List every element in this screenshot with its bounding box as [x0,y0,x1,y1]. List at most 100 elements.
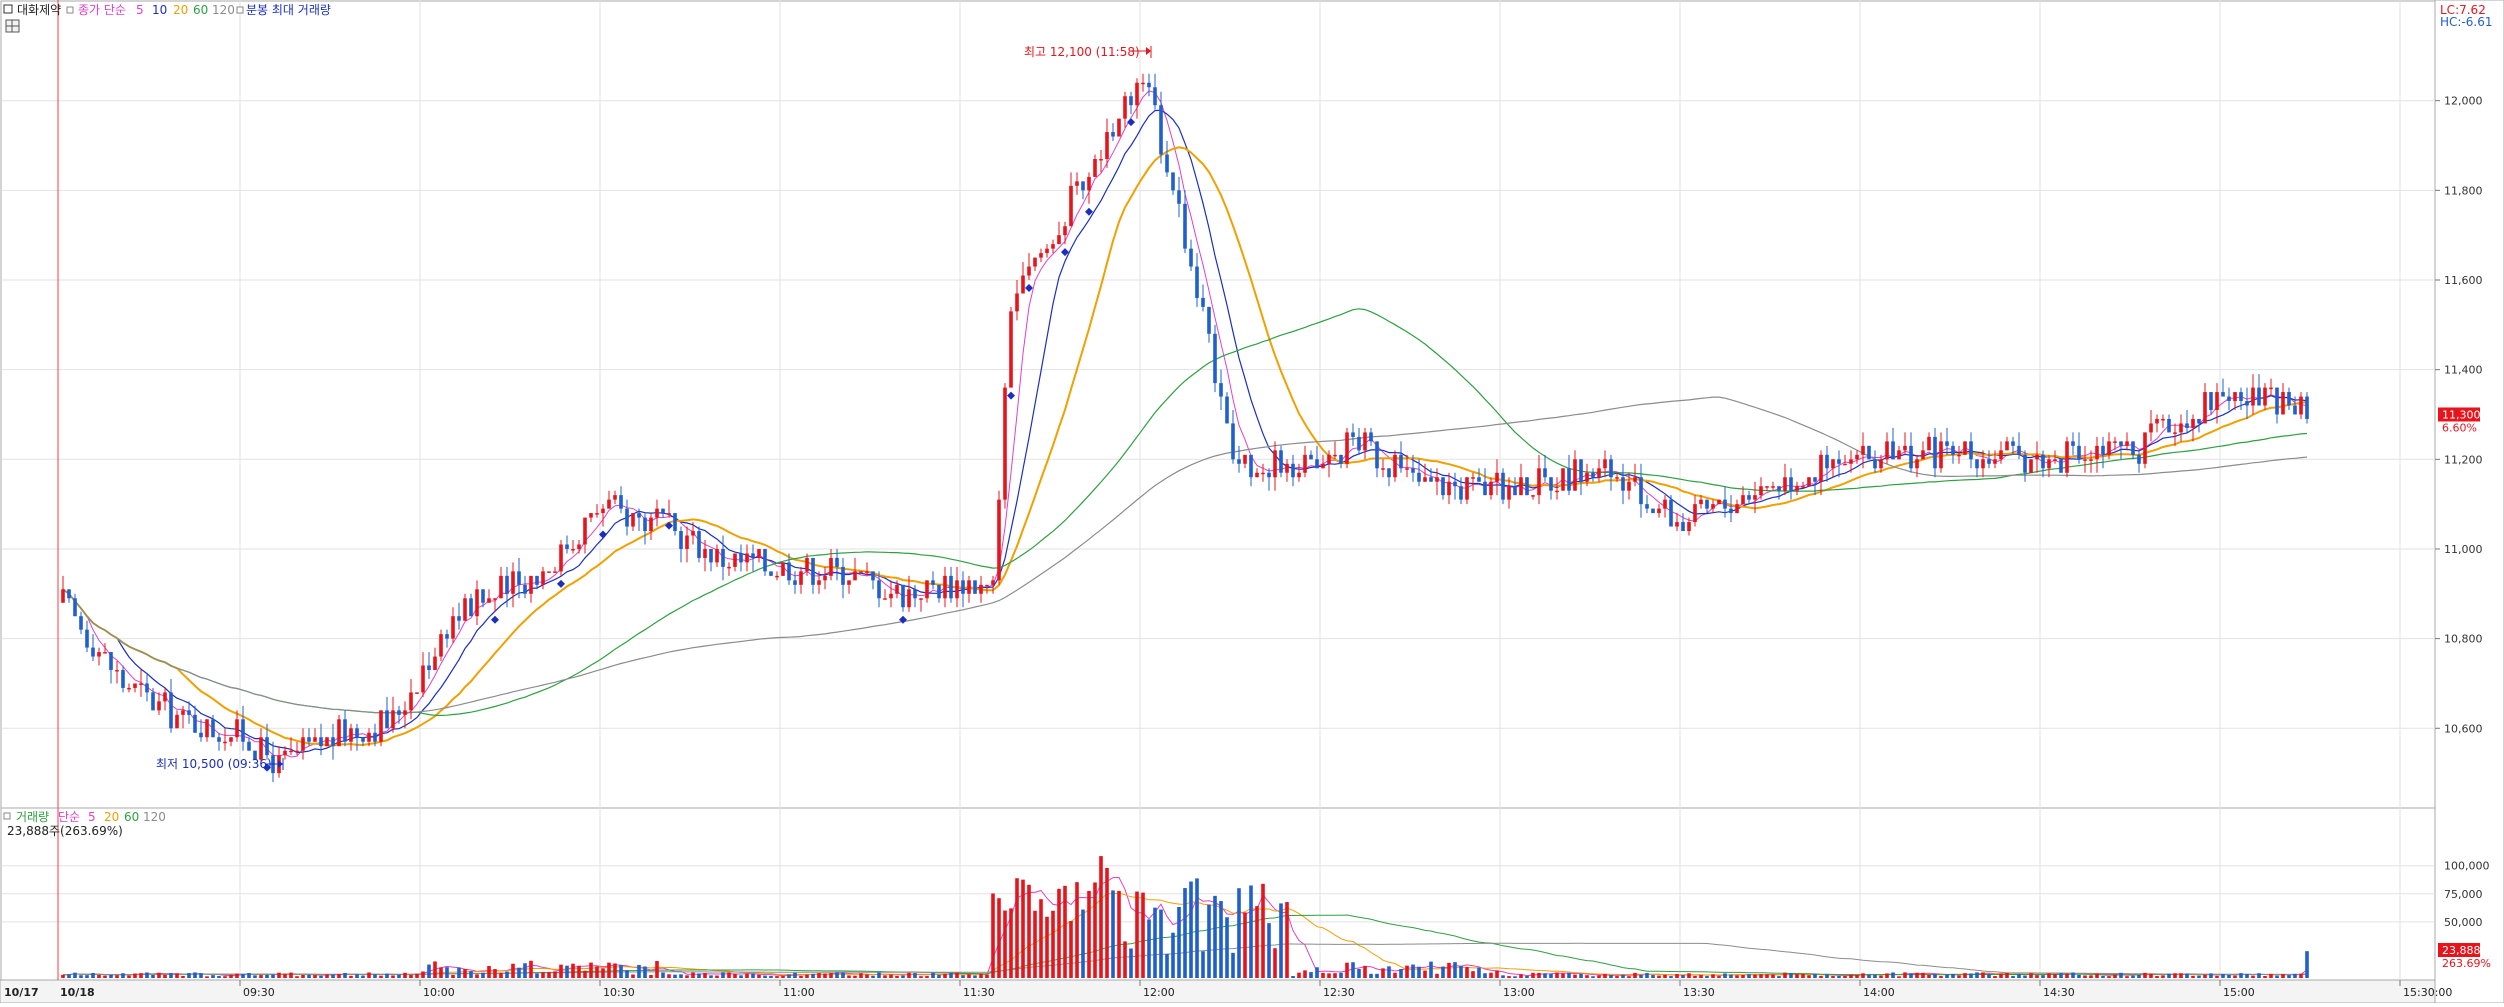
candle-body [1825,454,1829,469]
volume-bar [391,975,395,978]
volume-bar [1213,895,1217,978]
current-price-change: 6.60% [2442,421,2477,434]
candle-body [1207,306,1211,334]
candle-body [595,513,599,515]
volume-bar [1255,906,1259,978]
volume-bar [433,961,437,978]
volume-bar [577,965,581,978]
candle-body [1591,472,1595,478]
candle-body [1633,477,1637,482]
volume-bar [913,973,917,978]
volume-bar [1873,974,1877,978]
candle-body [1267,472,1271,478]
volume-bar [1069,921,1073,978]
candle-body [163,692,167,702]
time-tick-label: 10:00 [423,986,455,999]
volume-bar [1633,972,1637,978]
candle-body [1855,454,1859,460]
volume-bar [1345,962,1349,978]
candle-body [1885,441,1889,460]
volume-bar [1981,972,1985,978]
volume-bar [727,972,731,978]
volume-bar [925,976,929,978]
menu-icon[interactable] [3,4,13,14]
candle-body [1921,450,1925,460]
stock-name[interactable]: 대화제약 [17,2,61,17]
candle-body [1939,441,1943,469]
candle-body [1579,459,1583,482]
volume-bar [1435,973,1439,978]
candle-body [241,719,245,742]
candle-body [1897,450,1901,460]
price-tick-label: 12,000 [2444,95,2483,108]
candle-body [1147,82,1151,88]
candle-body [169,692,173,729]
candle-body [205,719,209,738]
volume-bar [61,974,65,978]
volume-bar [661,972,665,978]
volume-bar [2269,973,2273,978]
volume-bar [1333,973,1337,978]
ma-label: 종가 단순 [78,3,126,17]
candle-body [283,750,287,756]
volume-bar [463,969,467,978]
candle-body [199,732,203,738]
candle-body [319,737,323,747]
volume-bar [1261,883,1265,978]
candle-body [655,508,659,518]
volume-bar [85,975,89,978]
volume-bar [2185,973,2189,978]
volume-bar [1513,976,1517,978]
volume-bar [1135,891,1139,978]
candle-body [1783,477,1787,491]
candle-body [973,580,977,594]
volume-bar [295,976,299,978]
candle-body [2017,445,2021,455]
chart-canvas[interactable]: 10,600 10,800 11,000 11,200 11,400 11,600 11,8… [0,0,2504,1004]
volume-bar [2203,974,2207,978]
candle-body [1843,463,1847,466]
candle-body [193,714,197,733]
current-price-tag: 11,300 6.60% [2438,407,2481,434]
volume-bar [1369,973,1373,978]
price-tick-label: 11,800 [2444,184,2483,197]
volume-bar [493,969,497,978]
candle-body [1717,499,1721,505]
volume-bar [349,975,353,978]
volume-bar [169,973,173,978]
candle-body [859,571,863,573]
candle-body [871,571,875,581]
volume-bar [1909,973,1913,978]
volume-bar [919,976,923,978]
volume-bar [259,975,263,978]
volume-bar [2209,973,2213,978]
volume-bar [613,963,617,978]
volume-bar [979,973,983,978]
candle-body [2167,418,2171,433]
volume-bar [139,973,143,978]
candle-body [481,589,485,603]
volume-bar [1129,948,1133,978]
volume-bar [1003,910,1007,978]
candle-body [2257,387,2261,406]
volume-bar [757,974,761,978]
volume-bar [2101,976,2105,978]
volume-bar [1105,867,1109,978]
candle-body [487,598,491,603]
volume-bar [1111,890,1115,978]
volume-bar [697,973,701,978]
volume-bar [553,971,557,978]
candle-body [2239,392,2243,402]
candle-body [397,710,401,715]
volume-bar [565,965,569,978]
candle-body [607,499,611,509]
volume-bar [265,974,269,978]
candle-body [103,652,107,654]
volume-bar [1441,966,1445,978]
candle-body [2173,432,2177,434]
volume-bar [997,898,1001,978]
volume-bar [1225,917,1229,978]
candle-body [2119,441,2123,446]
candle-body [739,553,743,563]
stock-chart[interactable]: 10,600 10,800 11,000 11,200 11,400 11,600 11,8… [0,0,2504,1004]
